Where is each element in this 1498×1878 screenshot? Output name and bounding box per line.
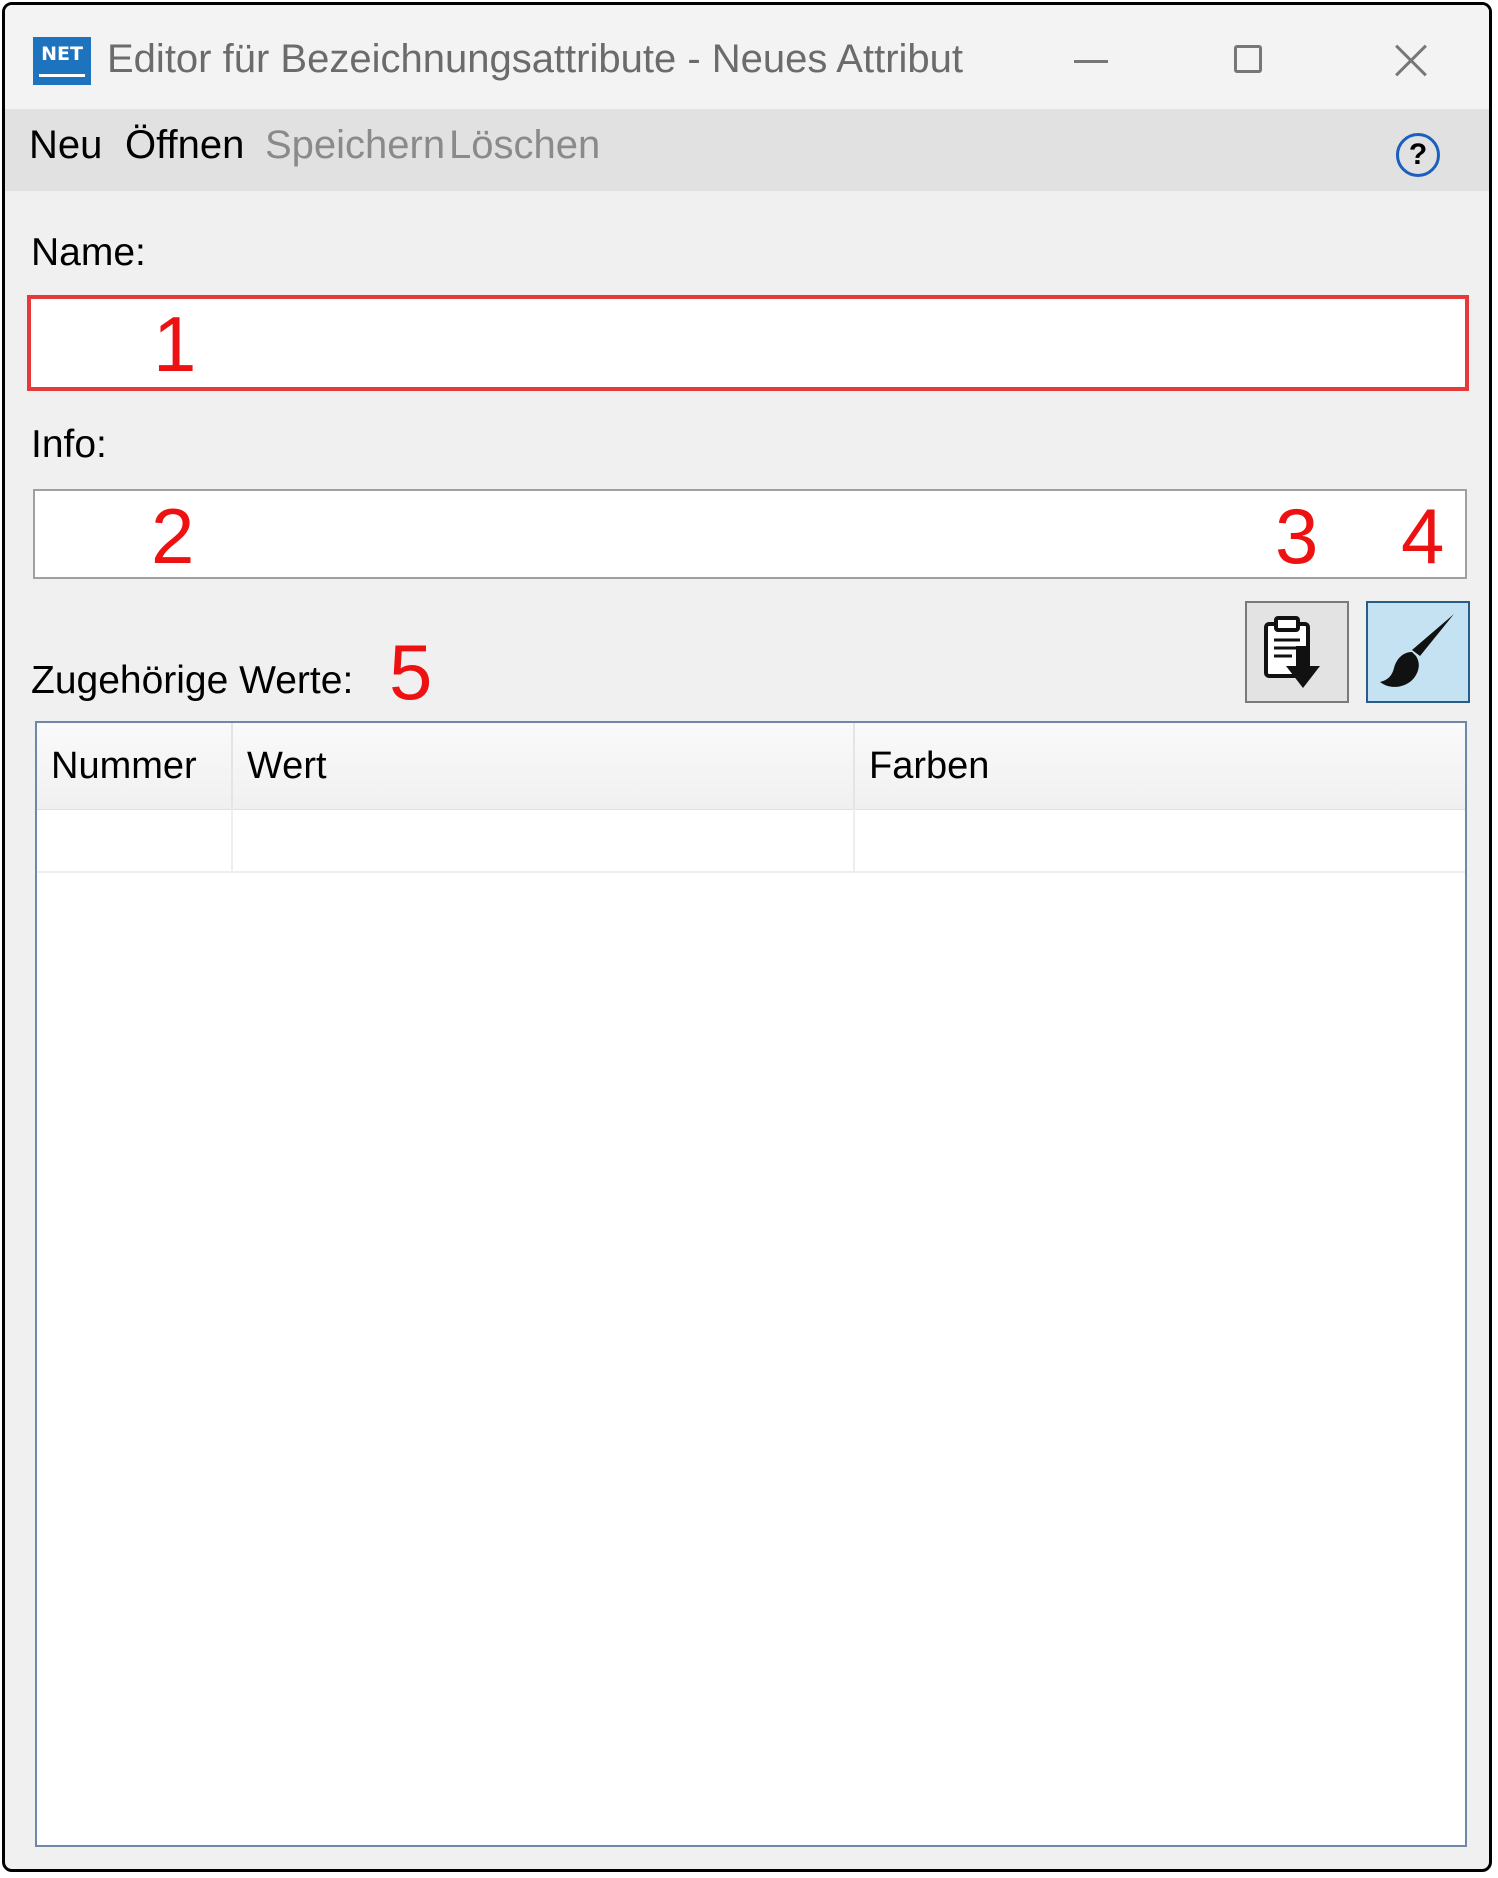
- table-cell-value[interactable]: [231, 809, 853, 871]
- paste-values-button[interactable]: [1245, 601, 1349, 703]
- values-label: Zugehörige Werte:: [31, 659, 354, 702]
- title-bar[interactable]: NET Editor für Bezeichnungsattribute - N…: [5, 5, 1489, 109]
- name-input[interactable]: [27, 295, 1469, 391]
- attribute-editor-window: NET Editor für Bezeichnungsattribute - N…: [2, 2, 1492, 1872]
- clipboard-paste-icon: [1264, 616, 1320, 688]
- annotation-marker-4: 4: [1401, 492, 1445, 580]
- info-label: Info:: [31, 423, 107, 466]
- table-row[interactable]: [37, 809, 1465, 873]
- maximize-button[interactable]: [1200, 25, 1300, 95]
- table-cell-colors[interactable]: [853, 809, 1465, 871]
- values-table[interactable]: Nummer Wert Farben: [35, 721, 1467, 1847]
- minimize-button[interactable]: [1040, 25, 1140, 95]
- close-button[interactable]: [1360, 25, 1460, 95]
- annotation-marker-5: 5: [389, 628, 433, 716]
- menu-save[interactable]: Speichern: [265, 123, 445, 168]
- column-header-number[interactable]: Nummer: [37, 723, 231, 809]
- name-label: Name:: [31, 231, 146, 274]
- column-header-value[interactable]: Wert: [231, 723, 853, 809]
- menu-open[interactable]: Öffnen: [125, 123, 244, 168]
- window-title: Editor für Bezeichnungsattribute - Neues…: [107, 37, 964, 81]
- table-header: Nummer Wert Farben: [37, 723, 1465, 810]
- annotation-marker-1: 1: [153, 300, 197, 388]
- table-cell-number[interactable]: [37, 809, 231, 871]
- paintbrush-icon: [1380, 614, 1454, 687]
- help-icon[interactable]: ?: [1396, 133, 1440, 177]
- menu-new[interactable]: Neu: [29, 123, 102, 168]
- menu-delete[interactable]: Löschen: [449, 123, 600, 168]
- annotation-marker-3: 3: [1275, 492, 1319, 580]
- column-header-colors[interactable]: Farben: [853, 723, 1465, 809]
- menu-bar: Neu Öffnen Speichern Löschen ?: [5, 109, 1489, 191]
- app-icon: NET: [33, 37, 91, 85]
- info-input[interactable]: [33, 489, 1467, 579]
- color-brush-button[interactable]: [1366, 601, 1470, 703]
- annotation-marker-2: 2: [151, 492, 195, 580]
